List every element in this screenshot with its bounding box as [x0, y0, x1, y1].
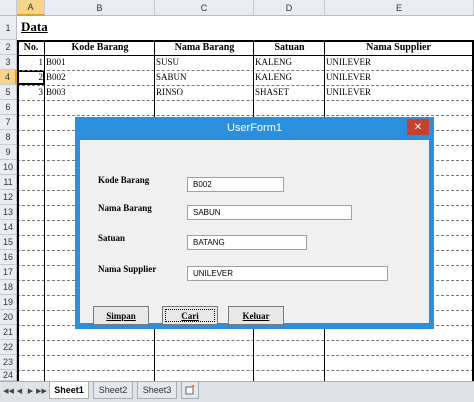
- header-nama-barang: Nama Barang: [174, 42, 235, 53]
- cell-supplier[interactable]: UNILEVER: [326, 55, 470, 70]
- gridline: [17, 370, 474, 371]
- close-button[interactable]: ✕: [407, 119, 429, 135]
- previous-sheet-icon[interactable]: ◀: [15, 386, 24, 396]
- row-header[interactable]: 16: [0, 250, 17, 265]
- row-header[interactable]: 7: [0, 115, 17, 130]
- cell-kode[interactable]: B001: [46, 55, 152, 70]
- gridline: [17, 355, 474, 356]
- gridline: [17, 340, 474, 341]
- cell-nama[interactable]: SUSU: [156, 55, 252, 70]
- cell-no[interactable]: 1: [17, 55, 44, 70]
- cell-no[interactable]: 3: [17, 85, 44, 100]
- cell-satuan[interactable]: KALENG: [255, 55, 323, 70]
- row-header[interactable]: 22: [0, 340, 17, 355]
- row-header[interactable]: 1: [0, 16, 17, 40]
- row-header[interactable]: 20: [0, 310, 17, 325]
- row-header[interactable]: 17: [0, 265, 17, 280]
- tab-sheet1[interactable]: Sheet1: [49, 382, 89, 399]
- row-header[interactable]: 21: [0, 325, 17, 340]
- column-header-d[interactable]: D: [254, 0, 325, 16]
- cell-nama[interactable]: RINSO: [156, 85, 252, 100]
- nama-supplier-field[interactable]: UNILEVER: [187, 266, 388, 281]
- userform-dialog: UserForm1 ✕ Kode Barang B002 Nama Barang…: [75, 117, 434, 329]
- last-sheet-icon[interactable]: ▶▶: [36, 386, 47, 396]
- row-header[interactable]: 13: [0, 205, 17, 220]
- satuan-label: Satuan: [98, 233, 126, 243]
- keluar-button[interactable]: Keluar: [228, 306, 284, 325]
- nama-supplier-label: Nama Supplier: [98, 264, 157, 274]
- row-header[interactable]: 6: [0, 100, 17, 115]
- column-header-c[interactable]: C: [155, 0, 254, 16]
- row-header[interactable]: 5: [0, 85, 17, 100]
- nama-barang-label: Nama Barang: [98, 203, 152, 213]
- close-icon: ✕: [413, 121, 423, 133]
- select-all-corner[interactable]: [0, 0, 17, 16]
- row-header[interactable]: 12: [0, 190, 17, 205]
- tab-sheet3[interactable]: Sheet3: [137, 382, 177, 399]
- row-header[interactable]: 4: [0, 70, 17, 85]
- row-header[interactable]: 3: [0, 55, 17, 70]
- dialog-body: Kode Barang B002 Nama Barang SABUN Satua…: [80, 140, 429, 325]
- row-header[interactable]: 19: [0, 295, 17, 310]
- row-header[interactable]: 11: [0, 175, 17, 190]
- row-header[interactable]: 24: [0, 370, 17, 381]
- header-kode-barang: Kode Barang: [71, 42, 129, 53]
- row-header[interactable]: 9: [0, 145, 17, 160]
- tab-sheet2[interactable]: Sheet2: [93, 382, 133, 399]
- header-nama-supplier: Nama Supplier: [366, 42, 431, 53]
- cell-kode[interactable]: B003: [46, 85, 152, 100]
- row-header[interactable]: 23: [0, 355, 17, 370]
- column-header-b[interactable]: B: [45, 0, 155, 16]
- kode-barang-field[interactable]: B002: [187, 177, 284, 192]
- first-sheet-icon[interactable]: ◀◀: [3, 386, 14, 396]
- row-header[interactable]: 10: [0, 160, 17, 175]
- dialog-title: UserForm1: [226, 122, 282, 134]
- cell-kode[interactable]: B002: [46, 70, 152, 85]
- insert-sheet-tab[interactable]: [181, 382, 199, 399]
- cell-satuan[interactable]: SHASET: [255, 85, 323, 100]
- cell-supplier[interactable]: UNILEVER: [326, 85, 470, 100]
- row-header[interactable]: 8: [0, 130, 17, 145]
- simpan-button[interactable]: Simpan: [93, 306, 149, 325]
- row-header[interactable]: 18: [0, 280, 17, 295]
- kode-barang-label: Kode Barang: [98, 175, 150, 185]
- next-sheet-icon[interactable]: ▶: [26, 386, 35, 396]
- column-header-a[interactable]: A: [17, 0, 45, 16]
- sheet-title: Data: [21, 19, 48, 34]
- satuan-field[interactable]: BATANG: [187, 235, 307, 250]
- insert-sheet-icon: [185, 385, 194, 395]
- row-header[interactable]: 14: [0, 220, 17, 235]
- column-header-e[interactable]: E: [325, 0, 474, 16]
- cell-satuan[interactable]: KALENG: [255, 70, 323, 85]
- cell-no[interactable]: 2: [17, 70, 44, 85]
- header-no: No.: [23, 42, 39, 53]
- nama-barang-field[interactable]: SABUN: [187, 205, 352, 220]
- gridline: [17, 100, 474, 101]
- column-border: [44, 40, 45, 381]
- worksheet: A B C D E 1 2 3 4 5 6 7 8 9 10 11 12 13 …: [0, 0, 474, 381]
- cari-button[interactable]: Cari: [162, 306, 218, 325]
- row-header[interactable]: 15: [0, 235, 17, 250]
- row-header[interactable]: 2: [0, 40, 17, 55]
- sheet-tab-bar: ◀◀ ◀ ▶ ▶▶ Sheet1 Sheet2 Sheet3: [0, 381, 474, 402]
- cell-nama[interactable]: SABUN: [156, 70, 252, 85]
- cell-supplier[interactable]: UNILEVER: [326, 70, 470, 85]
- gridline: [17, 115, 474, 116]
- header-satuan: Satuan: [274, 42, 305, 53]
